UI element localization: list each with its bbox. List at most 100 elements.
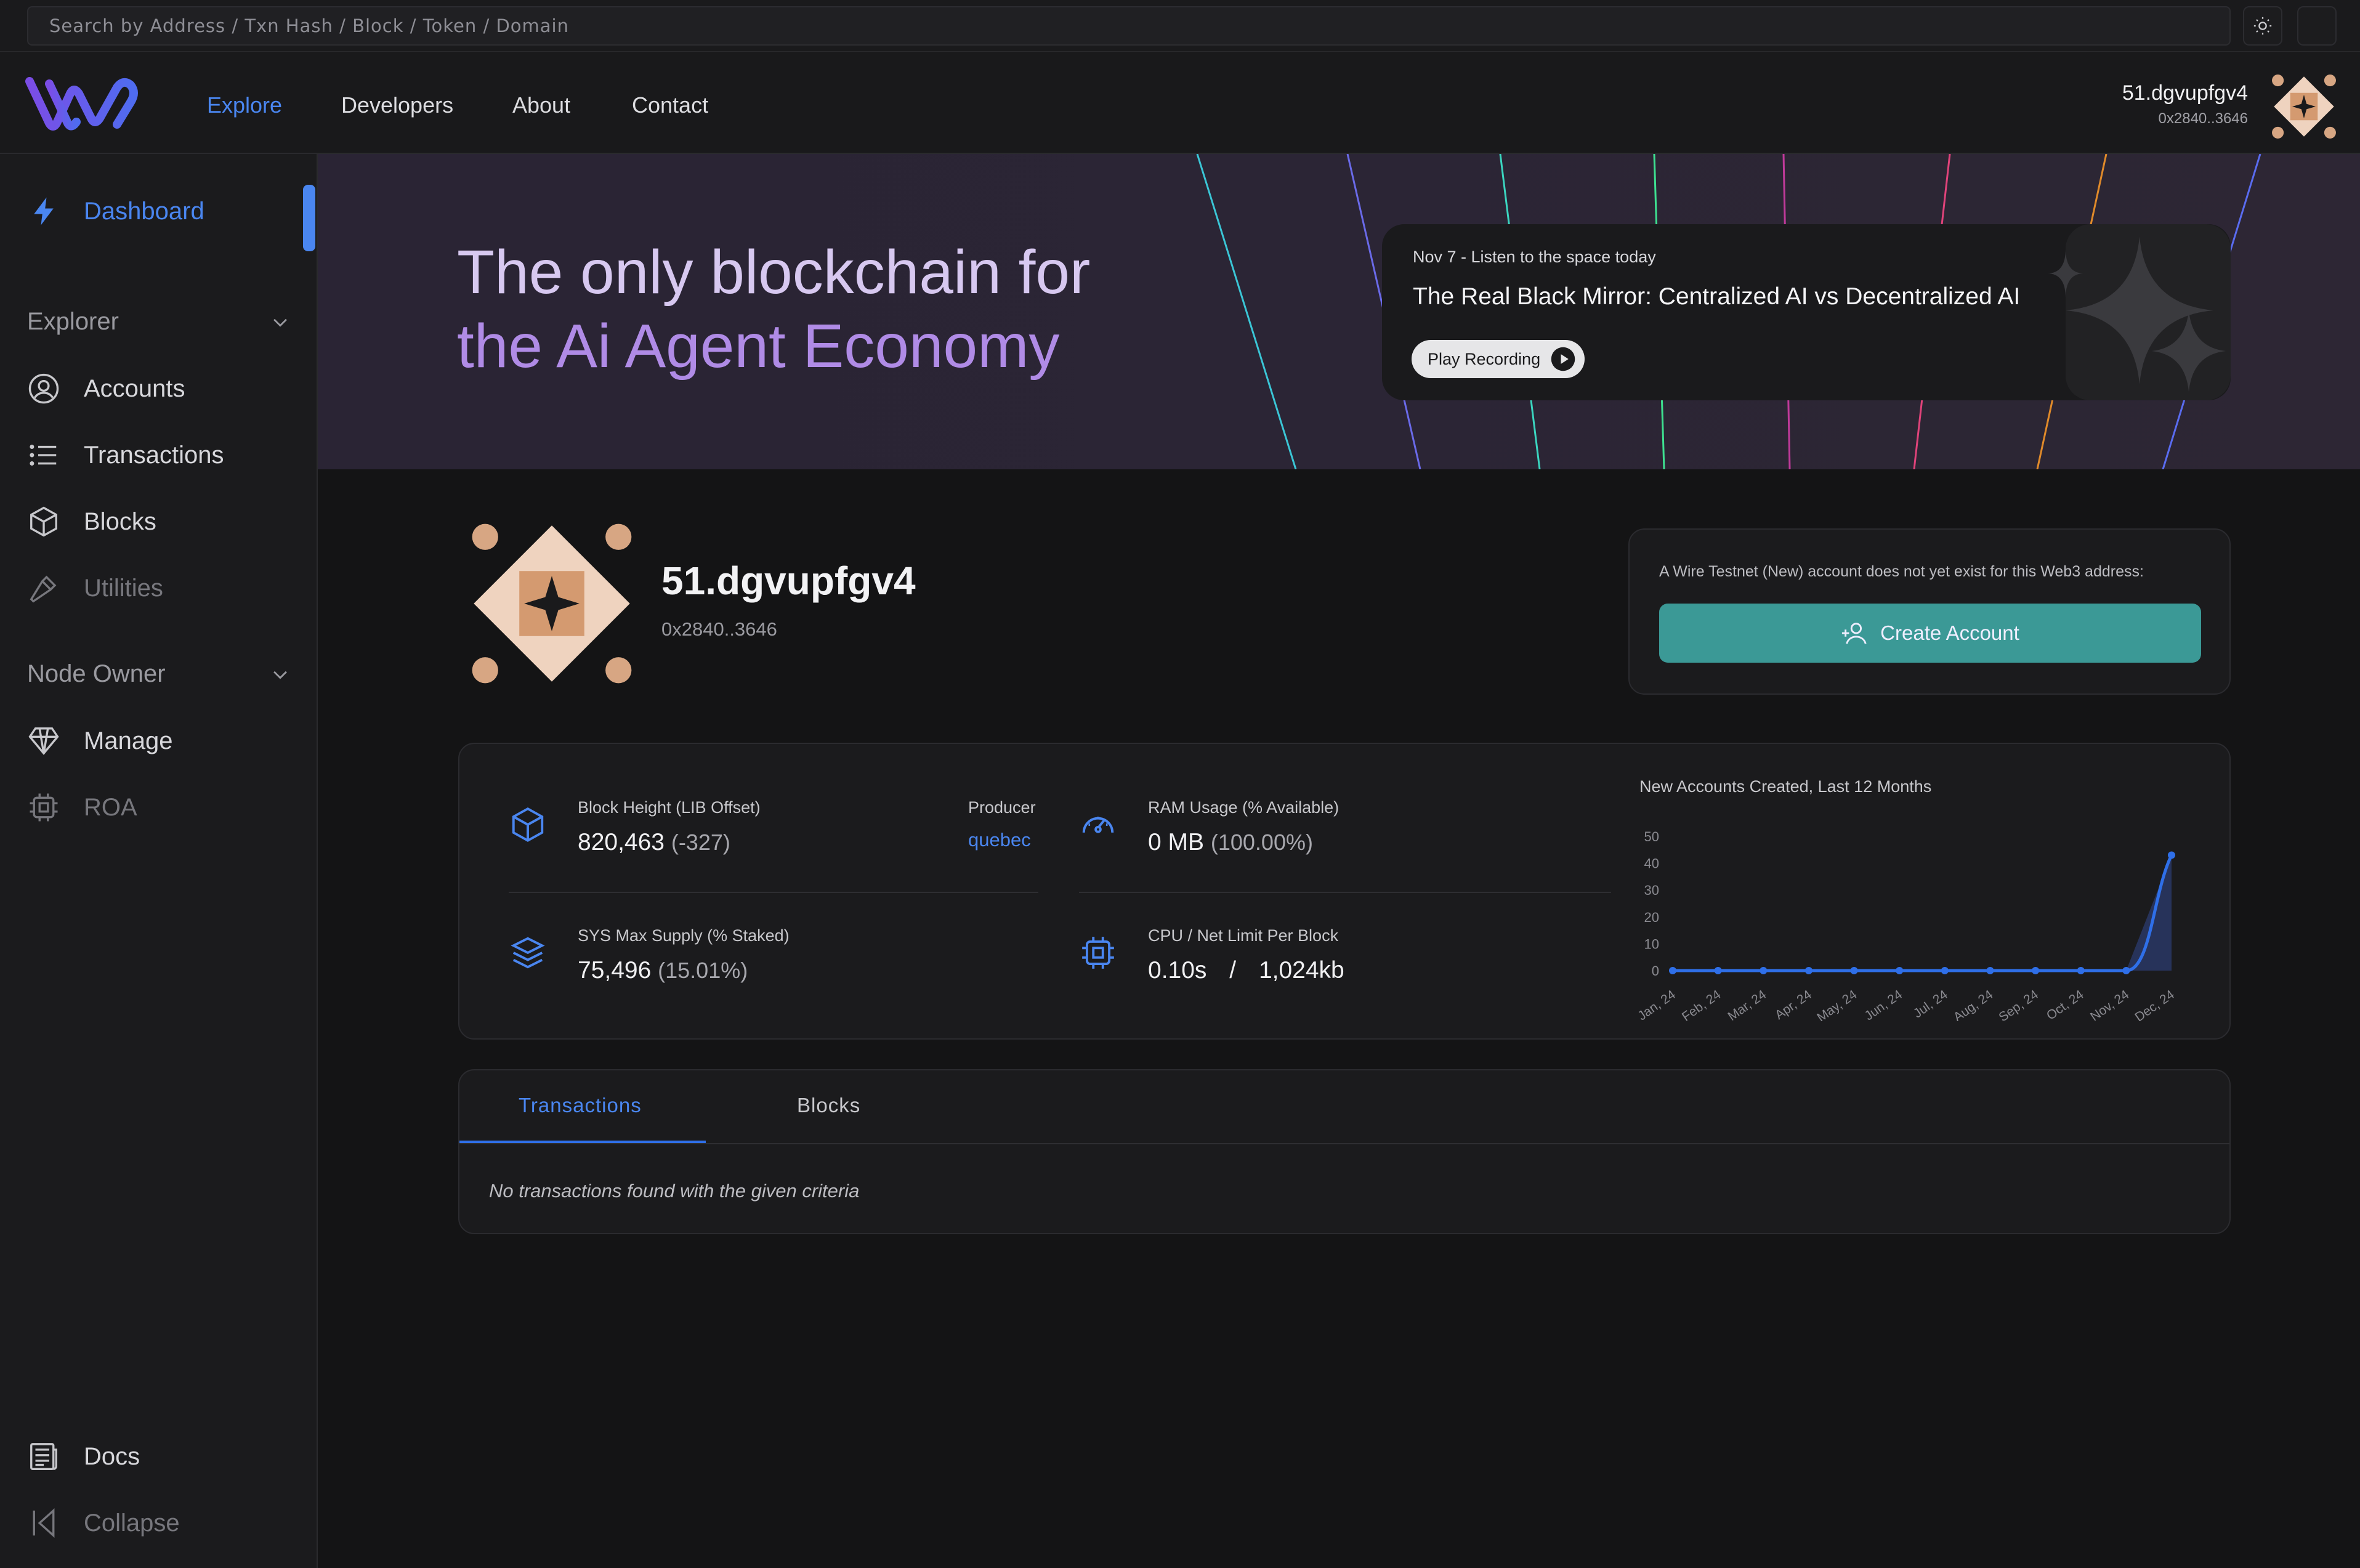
play-recording-label: Play Recording	[1428, 349, 1541, 368]
chart-point	[1714, 967, 1722, 974]
ram-value: 0 MB (100.00%)	[1148, 829, 1313, 856]
empty-state-message: No transactions found with the given cri…	[489, 1180, 860, 1202]
sidebar-item-label: Manage	[84, 727, 173, 754]
chart-point	[1669, 967, 1676, 974]
hero-title-line1: The only blockchain for	[457, 238, 1091, 307]
sidebar-item-docs[interactable]: Docs	[27, 1440, 140, 1473]
x-tick-label: Jan, 24	[1635, 987, 1678, 1021]
account-name: 51.dgvupfgv4	[661, 559, 916, 603]
collapse-icon	[33, 1508, 55, 1538]
create-account-notice: A Wire Testnet (New) account does not ye…	[1659, 563, 2144, 580]
nav-about[interactable]: About	[512, 92, 570, 118]
net-number: 1,024kb	[1258, 957, 1344, 984]
layers-icon	[511, 937, 545, 969]
nav-explore[interactable]: Explore	[207, 92, 282, 118]
active-indicator	[303, 185, 315, 251]
accounts-chart: 0 10 20 30 40 50 Jan, 24 Feb, 24 Mar, 24 Apr, 24 M…	[1635, 829, 2177, 1021]
supply-percent: (15.01%)	[658, 958, 748, 983]
sidebar-item-accounts[interactable]: Accounts	[27, 372, 185, 405]
x-tick-label: Oct, 24	[2044, 987, 2087, 1021]
chevron-down-icon	[273, 671, 287, 679]
chart-point	[2122, 967, 2130, 974]
theme-toggle-button[interactable]	[2243, 6, 2282, 46]
sidebar-section-node-owner[interactable]: Node Owner	[27, 660, 291, 688]
sidebar-collapse-button[interactable]: Collapse	[27, 1506, 180, 1540]
chart-point	[1896, 967, 1904, 974]
sidebar-item-label: Collapse	[84, 1509, 180, 1537]
x-tick-label: Dec, 24	[2132, 987, 2177, 1021]
chart-line	[1673, 854, 2173, 972]
sidebar: Dashboard Explorer Accounts Transactions…	[0, 154, 318, 1568]
ram-label: RAM Usage (% Available)	[1148, 798, 1340, 817]
sidebar-item-manage[interactable]: Manage	[27, 724, 173, 758]
chart-point	[2077, 967, 2085, 974]
newspaper-icon	[30, 1443, 57, 1470]
producer-link[interactable]: quebec	[968, 829, 1031, 851]
add-user-icon	[1842, 623, 1867, 644]
menu-button[interactable]	[2297, 6, 2337, 46]
sidebar-item-transactions[interactable]: Transactions	[27, 438, 224, 472]
wire-logo-icon[interactable]	[25, 75, 139, 132]
ram-percent: (100.00%)	[1210, 830, 1313, 855]
block-height-label: Block Height (LIB Offset)	[578, 798, 761, 817]
x-tick-label: May, 24	[1814, 987, 1859, 1021]
divider	[459, 1143, 2229, 1144]
y-tick-label: 20	[1644, 910, 1659, 925]
create-account-card: A Wire Testnet (New) account does not ye…	[1628, 528, 2231, 695]
sidebar-item-label: Dashboard	[84, 197, 204, 225]
account-address[interactable]: 0x2840..3646	[661, 618, 777, 641]
sidebar-item-dashboard[interactable]: Dashboard	[27, 195, 204, 228]
chart-point	[1804, 967, 1812, 974]
x-tick-label: Jun, 24	[1862, 987, 1905, 1021]
supply-value: 75,496 (15.01%)	[578, 957, 748, 984]
tab-transactions[interactable]: Transactions	[519, 1094, 642, 1117]
x-tick-label: Jul, 24	[1911, 987, 1950, 1021]
producer-label: Producer	[968, 798, 1036, 817]
account-avatar	[472, 523, 632, 684]
sidebar-item-label: Blocks	[84, 507, 156, 535]
divider	[1079, 892, 1611, 893]
avatar[interactable]	[2271, 74, 2337, 139]
header-user-address: 0x2840..3646	[2158, 110, 2248, 127]
x-tick-label: Nov, 24	[2088, 987, 2132, 1021]
hero-title: The only blockchain for the Ai Agent Eco…	[457, 235, 1090, 383]
play-recording-button[interactable]: Play Recording	[1412, 340, 1585, 378]
sidebar-item-label: Utilities	[84, 574, 163, 602]
sidebar-item-blocks[interactable]: Blocks	[27, 505, 156, 538]
sparkle-icon	[2047, 224, 2231, 400]
y-tick-label: 30	[1644, 883, 1659, 898]
user-circle-icon	[28, 373, 59, 404]
block-height-value: 820,463 (-327)	[578, 829, 730, 856]
tab-blocks[interactable]: Blocks	[797, 1094, 860, 1117]
supply-number: 75,496	[578, 957, 652, 984]
cube-icon	[512, 807, 544, 843]
create-account-button[interactable]: Create Account	[1659, 604, 2201, 663]
y-tick-label: 0	[1652, 963, 1659, 979]
main-header: Explore Developers About Contact 51.dgvu…	[0, 52, 2360, 154]
divider	[509, 892, 1038, 893]
block-height-number: 820,463	[578, 829, 665, 855]
supply-label: SYS Max Supply (% Staked)	[578, 926, 790, 945]
chevron-down-icon	[273, 318, 287, 327]
nav-developers[interactable]: Developers	[341, 92, 453, 118]
cpu-number: 0.10s	[1148, 957, 1207, 984]
sidebar-item-label: Accounts	[84, 374, 185, 402]
diamond-icon	[28, 727, 59, 755]
sidebar-item-utilities[interactable]: Utilities	[27, 572, 163, 605]
list-icon	[30, 445, 57, 466]
cpu-icon	[1082, 937, 1114, 969]
chart-point	[2032, 967, 2040, 974]
section-label: Node Owner	[27, 660, 166, 687]
chart-point	[2168, 851, 2175, 859]
sidebar-section-explorer[interactable]: Explorer	[27, 308, 291, 336]
section-label: Explorer	[27, 308, 119, 335]
chart-point	[1941, 967, 1949, 974]
search-input[interactable]	[27, 6, 2231, 46]
cpu-label: CPU / Net Limit Per Block	[1148, 926, 1339, 945]
sidebar-item-label: ROA	[84, 793, 137, 821]
user-info[interactable]: 51.dgvupfgv4 0x2840..3646	[2032, 81, 2248, 127]
podcast-card[interactable]: Nov 7 - Listen to the space today The Re…	[1382, 224, 2231, 400]
nav-contact[interactable]: Contact	[632, 92, 708, 118]
sidebar-item-roa[interactable]: ROA	[27, 791, 137, 824]
podcast-title: The Real Black Mirror: Centralized AI vs…	[1413, 283, 2021, 310]
